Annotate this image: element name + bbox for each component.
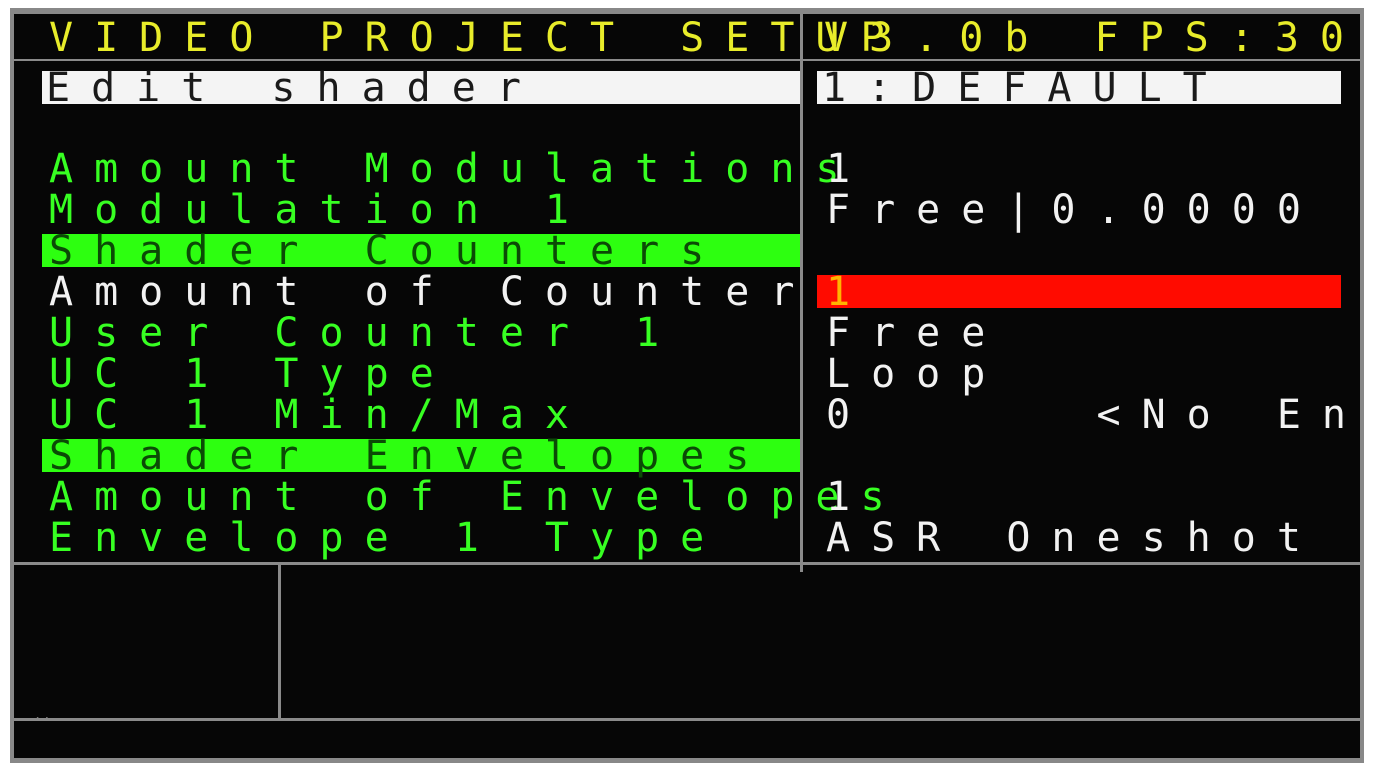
param-label-amount-of-counters[interactable]: Amount of Counters xyxy=(49,272,860,312)
param-label-envelope-1-type[interactable]: Envelope 1 Type xyxy=(49,518,725,558)
bottom-panel-divider xyxy=(14,562,1360,565)
param-value-envelope-1-type[interactable]: ASR Oneshot xyxy=(826,518,1322,558)
bottom-left-panel-divider xyxy=(278,565,281,720)
edit-shader-label: Edit shader xyxy=(46,65,542,111)
status-bar-divider xyxy=(14,718,1360,721)
setup-screen: VIDEO PROJECT SETUP V3.0b FPS:30 Edit sh… xyxy=(14,14,1360,758)
param-value-uc1-min-max[interactable]: 0 <No End xyxy=(826,395,1360,435)
section-label-shader-envelopes: Shader Envelopes xyxy=(49,433,771,479)
param-label-amount-modulations[interactable]: Amount Modulations xyxy=(49,149,860,189)
header-divider xyxy=(14,59,1360,61)
selected-value-bar[interactable] xyxy=(817,275,1341,308)
preset-label: 1:DEFAULT xyxy=(822,65,1228,111)
version-fps-readout: V3.0b FPS:30 xyxy=(824,15,1360,61)
param-value-amount-of-envelopes[interactable]: 1 xyxy=(826,477,871,517)
param-label-uc1-type[interactable]: UC 1 Type xyxy=(49,354,455,394)
param-value-modulation-1[interactable]: Free|0.0000 xyxy=(826,190,1322,230)
param-label-user-counter-1[interactable]: User Counter 1 xyxy=(49,313,680,353)
status-dots: .. xyxy=(34,708,53,722)
param-value-user-counter-1[interactable]: Free xyxy=(826,313,1006,353)
param-value-amount-of-counters[interactable]: 1 xyxy=(826,272,871,312)
param-value-amount-modulations[interactable]: 1 xyxy=(826,149,871,189)
param-value-uc1-type[interactable]: Loop xyxy=(826,354,1006,394)
param-label-modulation-1[interactable]: Modulation 1 xyxy=(49,190,590,230)
section-label-shader-counters: Shader Counters xyxy=(49,228,726,274)
param-label-uc1-min-max[interactable]: UC 1 Min/Max xyxy=(49,395,590,435)
app-title: VIDEO PROJECT SETUP xyxy=(49,15,906,61)
param-label-amount-of-envelopes[interactable]: Amount of Envelopes xyxy=(49,477,906,517)
